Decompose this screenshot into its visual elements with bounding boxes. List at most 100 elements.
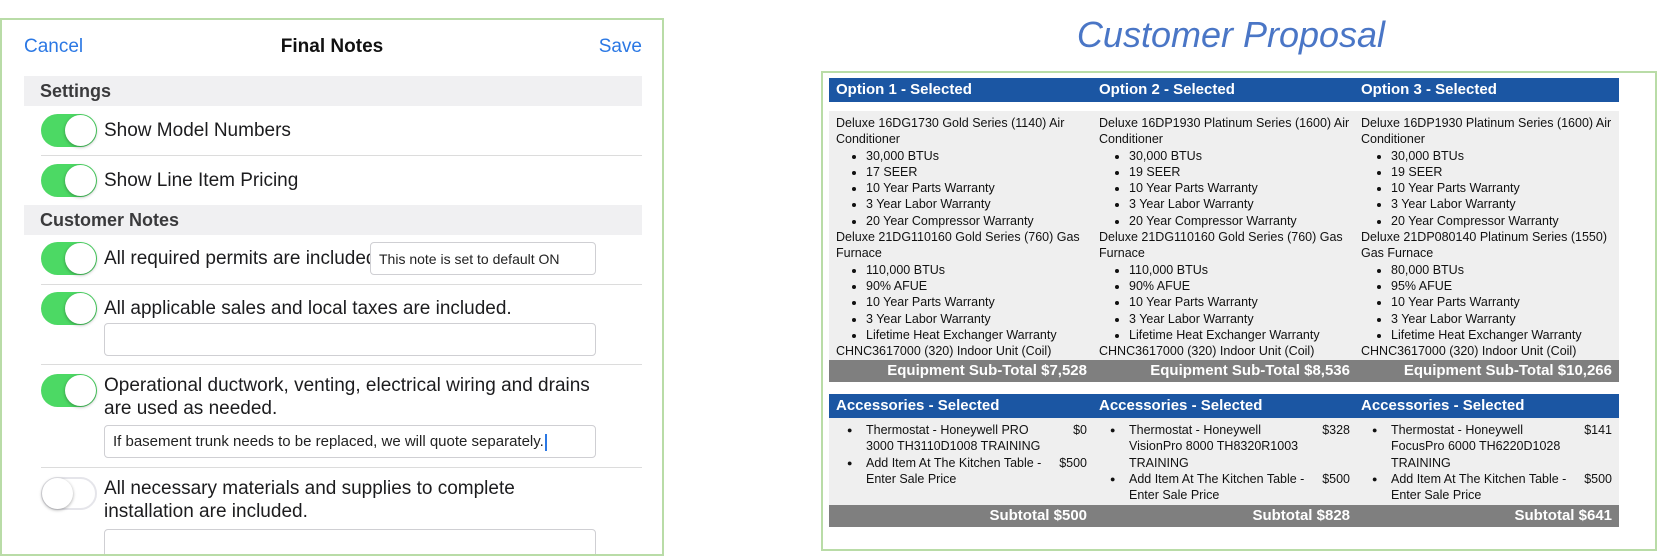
toggle-knob	[65, 115, 96, 146]
accessories-header: Accessories - Selected	[1092, 394, 1357, 418]
final-notes-panel: Cancel Final Notes Save Settings Show Mo…	[0, 18, 664, 556]
option-header: Option 1 - Selected	[829, 78, 1094, 102]
accessory-name: Thermostat - Honeywell VisionPro 8000 TH…	[1129, 423, 1299, 470]
equipment-spec: 3 Year Labor Warranty	[866, 311, 1087, 327]
accessories-header: Accessories - Selected	[1354, 394, 1619, 418]
accessory-name: Add Item At The Kitchen Table - Enter Sa…	[1129, 471, 1305, 503]
page-title: Final Notes	[280, 36, 384, 57]
equipment-name: Deluxe 16DP1930 Platinum Series (1600) A…	[1099, 116, 1350, 147]
text-cursor	[544, 433, 547, 451]
note-row-taxes: All applicable sales and local taxes are…	[41, 285, 642, 365]
equipment-spec: 110,000 BTUs	[866, 262, 1087, 278]
equipment-subtotal: Equipment Sub-Total $10,266	[1354, 360, 1619, 382]
ductwork-note-toggle[interactable]	[41, 374, 97, 407]
accessories-list: Thermostat - Honeywell FocusPro 6000 TH6…	[1354, 418, 1619, 505]
option-column-2: Option 2 - Selected Deluxe 16DP1930 Plati…	[1092, 78, 1357, 527]
equipment-name: Deluxe 21DG110160 Gold Series (760) Gas …	[836, 230, 1080, 261]
equipment-spec: 95% AFUE	[1391, 278, 1612, 294]
ductwork-note-field[interactable]: If basement trunk needs to be replaced, …	[104, 425, 596, 458]
equipment-spec: 20 Year Compressor Warranty	[1129, 213, 1350, 229]
equipment-specs: 30,000 BTUs19 SEER10 Year Parts Warranty…	[1361, 148, 1612, 229]
accessories-list: Thermostat - Honeywell VisionPro 8000 TH…	[1092, 418, 1357, 505]
show-line-item-pricing-toggle[interactable]	[41, 164, 97, 197]
toggle-knob	[65, 243, 96, 274]
accessory-name: Add Item At The Kitchen Table - Enter Sa…	[1391, 471, 1567, 503]
note-text: If basement trunk needs to be replaced, …	[113, 433, 544, 450]
accessories-header: Accessories - Selected	[829, 394, 1094, 418]
equipment-spec: 90% AFUE	[866, 278, 1087, 294]
equipment-spec: 30,000 BTUs	[866, 148, 1087, 164]
accessory-name: Add Item At The Kitchen Table - Enter Sa…	[866, 455, 1042, 486]
save-button[interactable]: Save	[599, 36, 642, 58]
note-label: Operational ductwork, venting, electrica…	[104, 375, 590, 419]
equipment-name: Deluxe 16DG1730 Gold Series (1140) Air C…	[836, 116, 1065, 147]
permits-note-field[interactable]: This note is set to default ON	[370, 242, 596, 275]
accessory-price: $0	[1073, 423, 1087, 437]
accessory-name: Thermostat - Honeywell PRO 3000 TH3110D1…	[866, 423, 1041, 454]
equipment-spec: 20 Year Compressor Warranty	[866, 213, 1087, 229]
accessory-price: $141	[1584, 423, 1612, 437]
setting-row-line-item-pricing: Show Line Item Pricing	[41, 156, 642, 205]
accessory-item: Thermostat - Honeywell VisionPro 8000 TH…	[1099, 422, 1350, 471]
setting-label: Show Line Item Pricing	[104, 170, 299, 191]
equipment-spec: 17 SEER	[866, 164, 1087, 180]
note-row-materials: All necessary materials and supplies to …	[41, 468, 642, 554]
option-header: Option 2 - Selected	[1092, 78, 1357, 102]
materials-note-toggle[interactable]	[41, 477, 97, 510]
accessory-price: $500	[1059, 455, 1087, 470]
accessories-subtotal: Subtotal $641	[1354, 505, 1619, 527]
equipment-name: Deluxe 21DG110160 Gold Series (760) Gas …	[1099, 230, 1343, 261]
equipment-list: Deluxe 16DG1730 Gold Series (1140) Air C…	[829, 111, 1094, 360]
note-label: All necessary materials and supplies to …	[104, 478, 515, 522]
setting-label: Show Model Numbers	[104, 120, 291, 141]
accessory-item: Thermostat - Honeywell FocusPro 6000 TH6…	[1361, 422, 1612, 471]
accessory-item: Thermostat - Honeywell PRO 3000 TH3110D1…	[836, 422, 1087, 455]
customer-notes-section-header: Customer Notes	[24, 205, 642, 235]
equipment-specs: 30,000 BTUs17 SEER10 Year Parts Warranty…	[836, 148, 1087, 229]
equipment-name: Deluxe 16DP1930 Platinum Series (1600) A…	[1361, 116, 1612, 147]
equipment-spec: 3 Year Labor Warranty	[1129, 196, 1350, 212]
accessories-list: Thermostat - Honeywell PRO 3000 TH3110D1…	[829, 418, 1094, 505]
materials-note-field[interactable]	[104, 529, 596, 554]
accessories-subtotal: Subtotal $500	[829, 505, 1094, 527]
show-model-numbers-toggle[interactable]	[41, 114, 97, 147]
accessory-name: Thermostat - Honeywell FocusPro 6000 TH6…	[1391, 423, 1561, 470]
accessories-subtotal: Subtotal $828	[1092, 505, 1357, 527]
permits-note-toggle[interactable]	[41, 242, 97, 275]
equipment-spec: 10 Year Parts Warranty	[866, 180, 1087, 196]
note-row-ductwork: Operational ductwork, venting, electrica…	[41, 365, 642, 468]
equipment-spec: 30,000 BTUs	[1391, 148, 1612, 164]
settings-section-header: Settings	[24, 76, 642, 106]
equipment-spec: Lifetime Heat Exchanger Warranty	[1391, 327, 1612, 343]
equipment-name: CHNC3617000 (320) Indoor Unit (Coil)	[836, 344, 1052, 359]
equipment-list: Deluxe 16DP1930 Platinum Series (1600) A…	[1354, 111, 1619, 360]
equipment-spec: 20 Year Compressor Warranty	[1391, 213, 1612, 229]
equipment-name: CHNC3617000 (320) Indoor Unit (Coil)	[1099, 344, 1315, 359]
taxes-note-field[interactable]	[104, 323, 596, 356]
accessory-price: $500	[1584, 471, 1612, 486]
accessory-item: Add Item At The Kitchen Table - Enter Sa…	[1099, 471, 1350, 504]
equipment-spec: 80,000 BTUs	[1391, 262, 1612, 278]
equipment-spec: 90% AFUE	[1129, 278, 1350, 294]
equipment-name: CHNC3617000 (320) Indoor Unit (Coil)	[1361, 344, 1577, 359]
toggle-knob	[65, 375, 96, 406]
toggle-knob	[65, 293, 96, 324]
equipment-spec: 10 Year Parts Warranty	[866, 294, 1087, 310]
equipment-spec: 3 Year Labor Warranty	[866, 196, 1087, 212]
equipment-spec: 3 Year Labor Warranty	[1391, 311, 1612, 327]
taxes-note-toggle[interactable]	[41, 292, 97, 325]
equipment-spec: Lifetime Heat Exchanger Warranty	[866, 327, 1087, 343]
nav-bar: Cancel Final Notes Save	[2, 20, 662, 76]
option-column-1: Option 1 - Selected Deluxe 16DG1730 Gold …	[829, 78, 1094, 527]
equipment-spec: 110,000 BTUs	[1129, 262, 1350, 278]
equipment-spec: 10 Year Parts Warranty	[1391, 294, 1612, 310]
option-column-3: Option 3 - Selected Deluxe 16DP1930 Plati…	[1354, 78, 1619, 527]
toggle-knob	[65, 165, 96, 196]
equipment-name: Deluxe 21DP080140 Platinum Series (1550)…	[1361, 230, 1607, 261]
proposal-title: Customer Proposal	[1076, 14, 1386, 55]
equipment-spec: 10 Year Parts Warranty	[1129, 180, 1350, 196]
option-header: Option 3 - Selected	[1354, 78, 1619, 102]
note-label: All applicable sales and local taxes are…	[104, 298, 512, 319]
equipment-specs: 30,000 BTUs19 SEER10 Year Parts Warranty…	[1099, 148, 1350, 229]
equipment-spec: 3 Year Labor Warranty	[1391, 196, 1612, 212]
